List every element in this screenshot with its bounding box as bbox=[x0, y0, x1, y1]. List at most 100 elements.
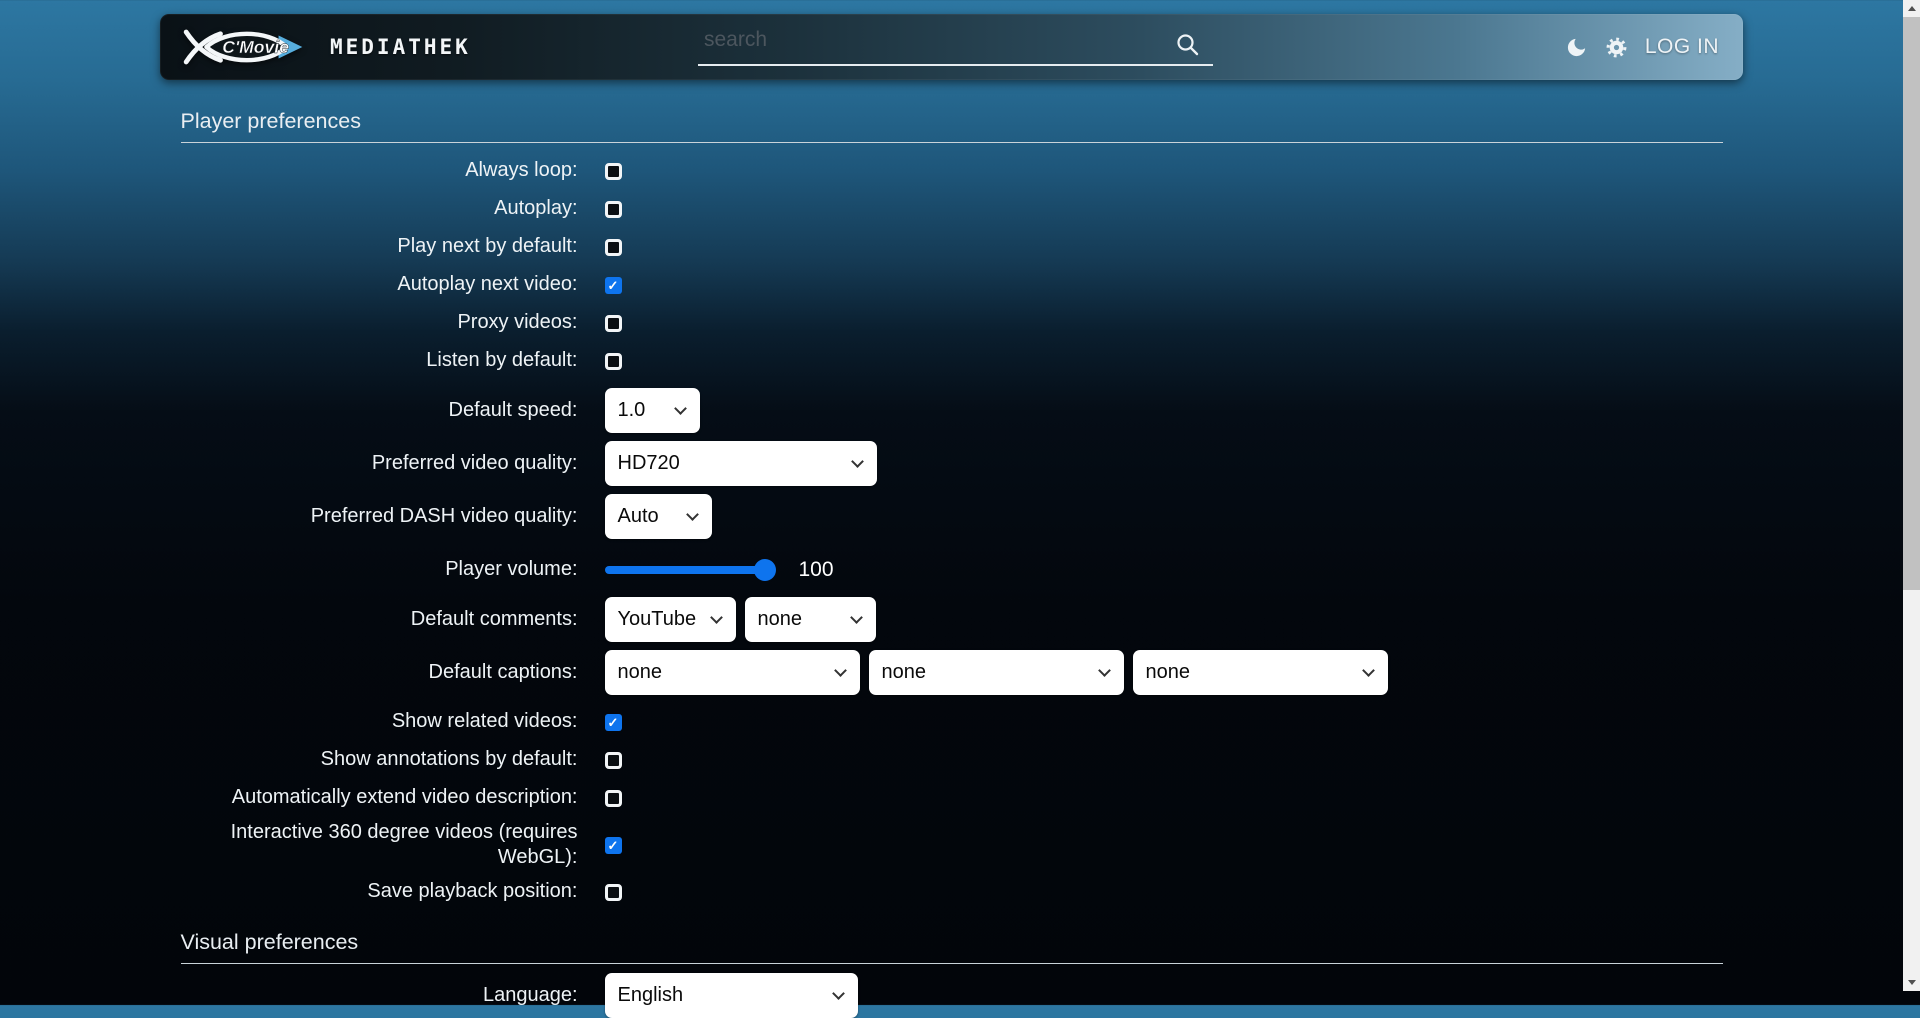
vertical-scrollbar[interactable] bbox=[1903, 0, 1920, 991]
pref-label: Autoplay next video: bbox=[181, 272, 578, 297]
search-bar bbox=[698, 24, 1213, 72]
pref-label: Proxy videos: bbox=[181, 310, 578, 335]
settings-page: C'Movie MEDIATHEK LOG I bbox=[0, 14, 1903, 1018]
select-value: YouTube bbox=[618, 608, 697, 631]
pref-label: Preferred DASH video quality: bbox=[181, 504, 578, 529]
pref-label: Default speed: bbox=[181, 398, 578, 423]
pref-row-extend-description: Automatically extend video description: bbox=[181, 779, 1723, 817]
pref-row-video-quality: Preferred video quality: HD720 bbox=[181, 441, 1723, 486]
chevron-down-icon bbox=[674, 402, 687, 415]
pref-row-language: Language: English bbox=[181, 973, 1723, 1018]
select-value: 1.0 bbox=[618, 399, 646, 422]
pref-row-proxy-videos: Proxy videos: bbox=[181, 304, 1723, 342]
autoplay-checkbox[interactable] bbox=[605, 201, 622, 218]
brand-title: MEDIATHEK bbox=[330, 35, 471, 59]
pref-row-default-captions: Default captions: none none none bbox=[181, 650, 1723, 695]
chevron-down-icon bbox=[851, 455, 864, 468]
chevron-down-icon bbox=[686, 508, 699, 521]
login-link[interactable]: LOG IN bbox=[1645, 35, 1719, 59]
scroll-up-button[interactable] bbox=[1903, 0, 1920, 17]
pref-label: Language: bbox=[181, 983, 578, 1008]
section-divider bbox=[181, 142, 1723, 143]
pref-label: Always loop: bbox=[181, 158, 578, 183]
brand-area[interactable]: C'Movie MEDIATHEK bbox=[160, 24, 471, 70]
navbar: C'Movie MEDIATHEK LOG I bbox=[160, 14, 1743, 80]
pref-label: Play next by default: bbox=[181, 234, 578, 259]
pref-row-autoplay-next: Autoplay next video: bbox=[181, 266, 1723, 304]
moon-icon bbox=[1565, 36, 1588, 59]
captions-second-select[interactable]: none bbox=[869, 650, 1124, 695]
player-volume-slider[interactable] bbox=[605, 559, 769, 581]
slider-thumb[interactable] bbox=[754, 559, 776, 581]
comments-fallback-select[interactable]: none bbox=[745, 597, 876, 642]
section-title-visual: Visual preferences bbox=[181, 930, 1723, 955]
pref-label: Autoplay: bbox=[181, 196, 578, 221]
scrollbar-thumb[interactable] bbox=[1903, 17, 1920, 590]
select-value: none bbox=[618, 661, 663, 684]
pref-label: Listen by default: bbox=[181, 348, 578, 373]
chevron-down-icon bbox=[710, 611, 723, 624]
pref-label: Default captions: bbox=[181, 660, 578, 685]
show-related-videos-checkbox[interactable] bbox=[605, 714, 622, 731]
pref-label: Save playback position: bbox=[181, 879, 578, 904]
default-speed-select[interactable]: 1.0 bbox=[605, 388, 700, 433]
chevron-down-icon bbox=[1362, 664, 1375, 677]
save-playback-position-checkbox[interactable] bbox=[605, 884, 622, 901]
pref-row-360-videos: Interactive 360 degree videos (requires … bbox=[181, 817, 1723, 873]
gear-icon bbox=[1605, 36, 1628, 59]
pref-label: Show annotations by default: bbox=[181, 747, 578, 772]
captions-third-select[interactable]: none bbox=[1133, 650, 1388, 695]
pref-row-save-position: Save playback position: bbox=[181, 873, 1723, 911]
show-annotations-checkbox[interactable] bbox=[605, 752, 622, 769]
section-title-player: Player preferences bbox=[181, 109, 1723, 134]
video-quality-select[interactable]: HD720 bbox=[605, 441, 877, 486]
select-value: none bbox=[882, 661, 927, 684]
navbar-actions: LOG IN bbox=[1565, 35, 1743, 59]
chevron-down-icon bbox=[850, 611, 863, 624]
extend-description-checkbox[interactable] bbox=[605, 790, 622, 807]
pref-row-autoplay: Autoplay: bbox=[181, 190, 1723, 228]
preferences-button[interactable] bbox=[1605, 36, 1628, 59]
fish-logo-icon[interactable]: C'Movie bbox=[180, 24, 312, 70]
pref-row-default-comments: Default comments: YouTube none bbox=[181, 597, 1723, 642]
select-value: none bbox=[1146, 661, 1191, 684]
pref-row-listen-default: Listen by default: bbox=[181, 342, 1723, 380]
select-value: Auto bbox=[618, 505, 659, 528]
logo-text: C'Movie bbox=[222, 37, 289, 57]
chevron-down-icon bbox=[832, 987, 845, 1000]
search-icon[interactable] bbox=[1174, 31, 1201, 58]
comments-primary-select[interactable]: YouTube bbox=[605, 597, 736, 642]
pref-label: Interactive 360 degree videos (requires … bbox=[181, 820, 578, 871]
autoplay-next-video-checkbox[interactable] bbox=[605, 277, 622, 294]
captions-first-select[interactable]: none bbox=[605, 650, 860, 695]
dash-quality-select[interactable]: Auto bbox=[605, 494, 712, 539]
pref-row-play-next: Play next by default: bbox=[181, 228, 1723, 266]
pref-row-related-videos: Show related videos: bbox=[181, 703, 1723, 741]
pref-label: Show related videos: bbox=[181, 709, 578, 734]
section-divider bbox=[181, 963, 1723, 964]
pref-row-default-speed: Default speed: 1.0 bbox=[181, 388, 1723, 433]
pref-label: Default comments: bbox=[181, 607, 578, 632]
pref-label: Automatically extend video description: bbox=[181, 785, 578, 810]
player-volume-value: 100 bbox=[799, 558, 834, 582]
play-next-checkbox[interactable] bbox=[605, 239, 622, 256]
pref-row-always-loop: Always loop: bbox=[181, 152, 1723, 190]
chevron-down-icon bbox=[834, 664, 847, 677]
listen-by-default-checkbox[interactable] bbox=[605, 353, 622, 370]
scroll-down-button[interactable] bbox=[1903, 974, 1920, 991]
language-select[interactable]: English bbox=[605, 973, 858, 1018]
pref-row-player-volume: Player volume: 100 bbox=[181, 551, 1723, 589]
proxy-videos-checkbox[interactable] bbox=[605, 315, 622, 332]
search-input[interactable] bbox=[698, 24, 1213, 66]
select-value: none bbox=[758, 608, 803, 631]
select-value: HD720 bbox=[618, 452, 680, 475]
pref-row-annotations: Show annotations by default: bbox=[181, 741, 1723, 779]
always-loop-checkbox[interactable] bbox=[605, 163, 622, 180]
pref-label: Preferred video quality: bbox=[181, 451, 578, 476]
pref-label: Player volume: bbox=[181, 557, 578, 582]
select-value: English bbox=[618, 984, 684, 1007]
dark-mode-toggle[interactable] bbox=[1565, 36, 1588, 59]
preferences-form: Player preferences Always loop: Autoplay… bbox=[181, 109, 1723, 1018]
interactive-360-checkbox[interactable] bbox=[605, 837, 622, 854]
pref-row-dash-quality: Preferred DASH video quality: Auto bbox=[181, 494, 1723, 539]
